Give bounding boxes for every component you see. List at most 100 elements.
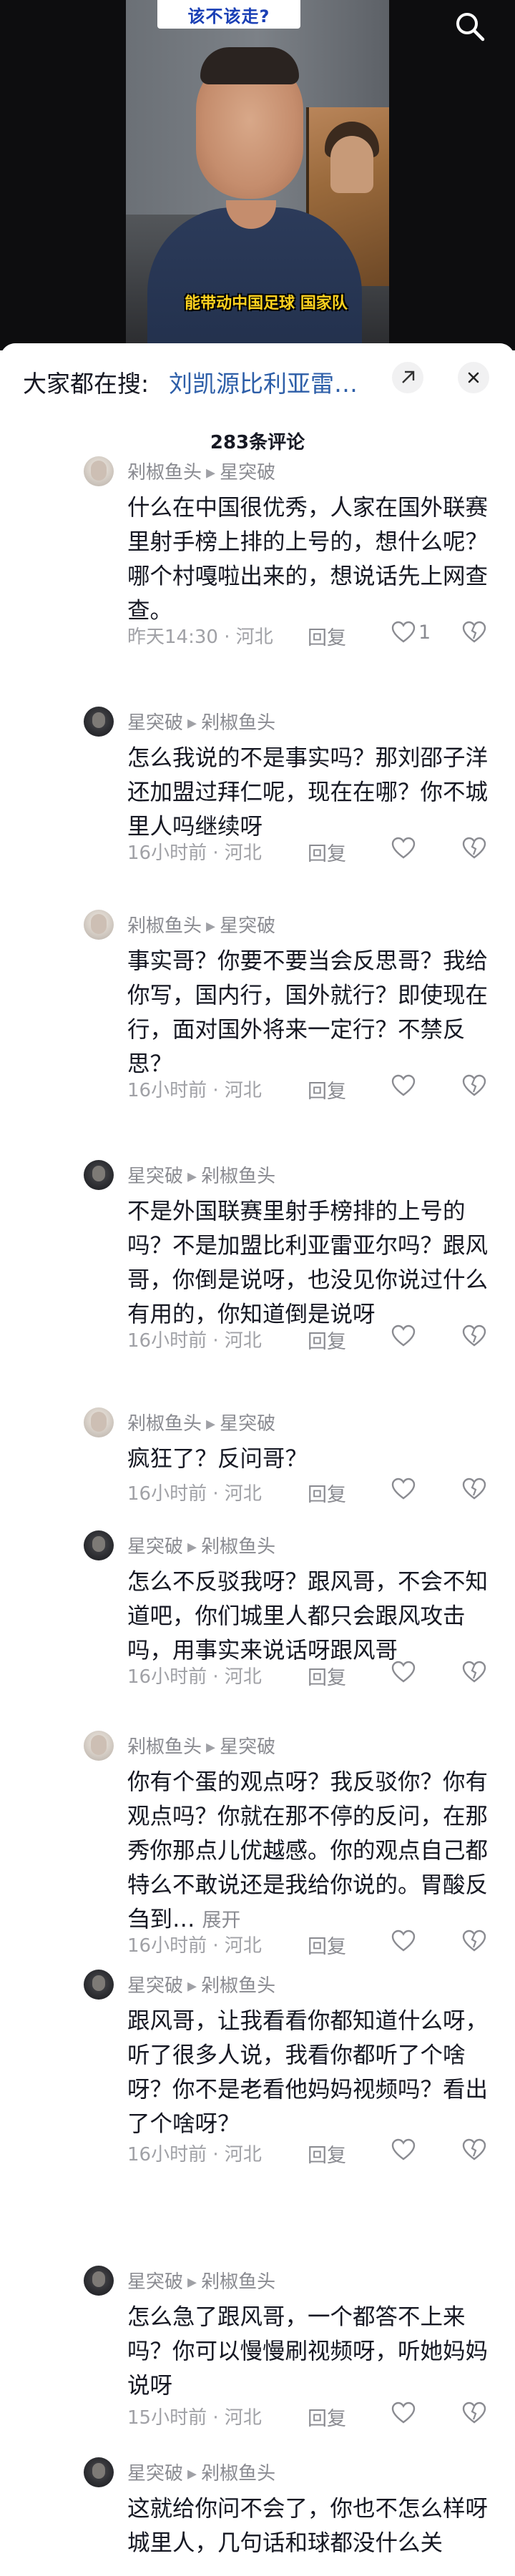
like-button[interactable]: 1 [391,621,431,644]
comment-text: 怎么我说的不是事实吗？那刘邵子洋还加盟过拜仁呢，现在在哪？你不城里人吗继续呀 [127,745,489,840]
comment-meta: 星突破 ▸ 剁椒鱼头 [127,1161,275,1188]
comment-meta: 星突破 ▸ 剁椒鱼头 [127,2267,275,2294]
search-button[interactable] [451,7,489,46]
reply-button[interactable]: 回复 [308,2140,346,2168]
like-button[interactable] [391,1478,418,1500]
comment-author[interactable]: 剁椒鱼头 [127,1736,202,1758]
reply-button[interactable]: 回复 [308,1076,346,1103]
broken-heart-icon [462,837,486,859]
reply-button[interactable]: 回复 [308,1479,346,1507]
comment-author[interactable]: 星突破 [127,712,183,734]
comment-author[interactable]: 剁椒鱼头 [127,915,202,937]
comment-author[interactable]: 剁椒鱼头 [127,1413,202,1435]
comment-time-location: 15小时前 · 河北 [127,2407,262,2429]
comment-text: 跟风哥，让我看看你都知道什么呀，听了很多人说，我看你都听了个啥呀？你不是老看他妈… [127,2008,489,2137]
comment-item[interactable]: 星突破 ▸ 剁椒鱼头 这就给你问不会了，你也不怎么样呀城里人，几句话和球都没什么关 [0,2457,515,2576]
comment-reply-to[interactable]: 星突破 [220,915,275,937]
comment-author[interactable]: 星突破 [127,2271,183,2293]
comment-author[interactable]: 星突破 [127,1975,183,1997]
dislike-button[interactable] [462,1929,486,1955]
close-button[interactable] [458,362,489,393]
broken-heart-icon [462,2402,486,2424]
comment-time-location: 16小时前 · 河北 [127,2144,262,2165]
related-search-query[interactable]: 刘凯源比利亚雷… [169,365,358,399]
comment-text-content: 你有个蛋的观点呀？我反驳你？你有观点吗？你就在那不停的反问，在那秀你那点儿优越感… [127,1769,489,1932]
comment-item[interactable]: 剁椒鱼头 ▸ 星突破 你有个蛋的观点呀？我反驳你？你有观点吗？你就在那不停的反问，在… [0,1731,515,1965]
avatar[interactable] [84,2457,114,2487]
comment-meta: 剁椒鱼头 ▸ 星突破 [127,1409,275,1435]
caret-right-icon: ▸ [206,1413,216,1435]
like-button[interactable] [391,1929,418,1952]
broken-heart-icon [462,1661,486,1683]
reply-button[interactable]: 回复 [308,1662,346,1690]
related-search-bar[interactable]: 大家都在搜: 刘凯源比利亚雷… [0,343,515,411]
like-button[interactable] [391,1074,418,1097]
comment-item[interactable]: 星突破 ▸ 剁椒鱼头 怎么不反驳我呀？跟风哥，不会不知道吧，你们城里人都只会跟风攻击… [0,1530,515,1701]
comment-item[interactable]: 星突破 ▸ 剁椒鱼头 不是外国联赛里射手榜排的上号的吗？不是加盟比利亚雷亚尔吗？跟风… [0,1160,515,1360]
caret-right-icon: ▸ [187,1166,197,1187]
avatar[interactable] [84,1530,114,1560]
like-button[interactable] [391,2402,418,2424]
comment-reply-to[interactable]: 星突破 [220,1736,275,1758]
close-icon [468,372,479,383]
dislike-button[interactable] [462,1324,486,1350]
comment-reply-to[interactable]: 剁椒鱼头 [201,1536,275,1558]
comment-item[interactable]: 星突破 ▸ 剁椒鱼头 怎么急了跟风哥，一个都答不上来吗？你可以慢慢刷视频呀，听她妈妈… [0,2266,515,2436]
comment-item[interactable]: 剁椒鱼头 ▸ 星突破 什么在中国很优秀，人家在国外联赛里射手榜上排的上号的，想什么呢… [0,456,515,657]
comment-time-location: 16小时前 · 河北 [127,1330,262,1352]
like-button[interactable] [391,1661,418,1683]
expand-button[interactable]: 展开 [202,1909,241,1932]
caret-right-icon: ▸ [187,1975,197,1997]
comment-author[interactable]: 星突破 [127,2463,183,2484]
painting-figure [330,136,373,193]
comment-item[interactable]: 剁椒鱼头 ▸ 星突破 事实哥？你要不要当会反思哥？我给你写，国内行，国外就行？即使现… [0,910,515,1110]
comment-meta: 星突破 ▸ 剁椒鱼头 [127,1532,275,1558]
avatar[interactable] [84,1407,114,1437]
dislike-button[interactable] [462,1074,486,1100]
avatar[interactable] [84,456,114,486]
dislike-button[interactable] [462,2138,486,2164]
comment-reply-to[interactable]: 剁椒鱼头 [201,2463,275,2484]
avatar[interactable] [84,1160,114,1190]
comment-time-location: 16小时前 · 河北 [127,1935,262,1957]
reply-button[interactable]: 回复 [308,2403,346,2431]
comment-reply-to[interactable]: 剁椒鱼头 [201,1166,275,1187]
like-button[interactable] [391,2138,418,2161]
avatar[interactable] [84,1970,114,2000]
comment-item[interactable]: 剁椒鱼头 ▸ 星突破 疯狂了？反问哥？ 16小时前 · 河北 回复 [0,1407,515,1508]
comment-reply-to[interactable]: 星突破 [220,462,275,483]
dislike-button[interactable] [462,1661,486,1686]
comment-reply-to[interactable]: 剁椒鱼头 [201,712,275,734]
comment-text: 事实哥？你要不要当会反思哥？我给你写，国内行，国外就行？即使现在行，面对国外将来… [127,948,489,1077]
dislike-button[interactable] [462,2402,486,2427]
caret-right-icon: ▸ [187,712,197,734]
avatar[interactable] [84,910,114,940]
dislike-button[interactable] [462,837,486,862]
reply-button[interactable]: 回复 [308,622,346,650]
comment-item[interactable]: 星突破 ▸ 剁椒鱼头 跟风哥，让我看看你都知道什么呀，听了很多人说，我看你都听了个啥… [0,1970,515,2174]
reply-button[interactable]: 回复 [308,1326,346,1354]
related-search-label: 大家都在搜: [23,370,149,398]
avatar[interactable] [84,707,114,737]
dislike-button[interactable] [462,1478,486,1503]
like-button[interactable] [391,837,418,860]
reply-button[interactable]: 回复 [308,1931,346,1959]
comment-reply-to[interactable]: 星突破 [220,1413,275,1435]
comment-item[interactable]: 星突破 ▸ 剁椒鱼头 怎么我说的不是事实吗？那刘邵子洋还加盟过拜仁呢，现在在哪？你不… [0,707,515,877]
avatar[interactable] [84,1731,114,1761]
comment-author[interactable]: 星突破 [127,1536,183,1558]
comment-author[interactable]: 剁椒鱼头 [127,462,202,483]
comment-time-location: 16小时前 · 河北 [127,1080,262,1101]
comment-reply-to[interactable]: 剁椒鱼头 [201,2271,275,2293]
search-open-button[interactable] [392,362,423,393]
avatar[interactable] [84,2266,114,2296]
comment-text: 疯狂了？反问哥？ [127,1446,308,1472]
comment-reply-to[interactable]: 剁椒鱼头 [201,1975,275,1997]
speaker-hair [200,47,299,84]
comment-author[interactable]: 星突破 [127,1166,183,1187]
video-player[interactable]: 该不该走? 能带动中国足球 国家队 [0,0,515,350]
reply-button[interactable]: 回复 [308,838,346,866]
like-button[interactable] [391,1324,418,1347]
dislike-button[interactable] [462,621,486,647]
like-count: 1 [418,621,431,644]
